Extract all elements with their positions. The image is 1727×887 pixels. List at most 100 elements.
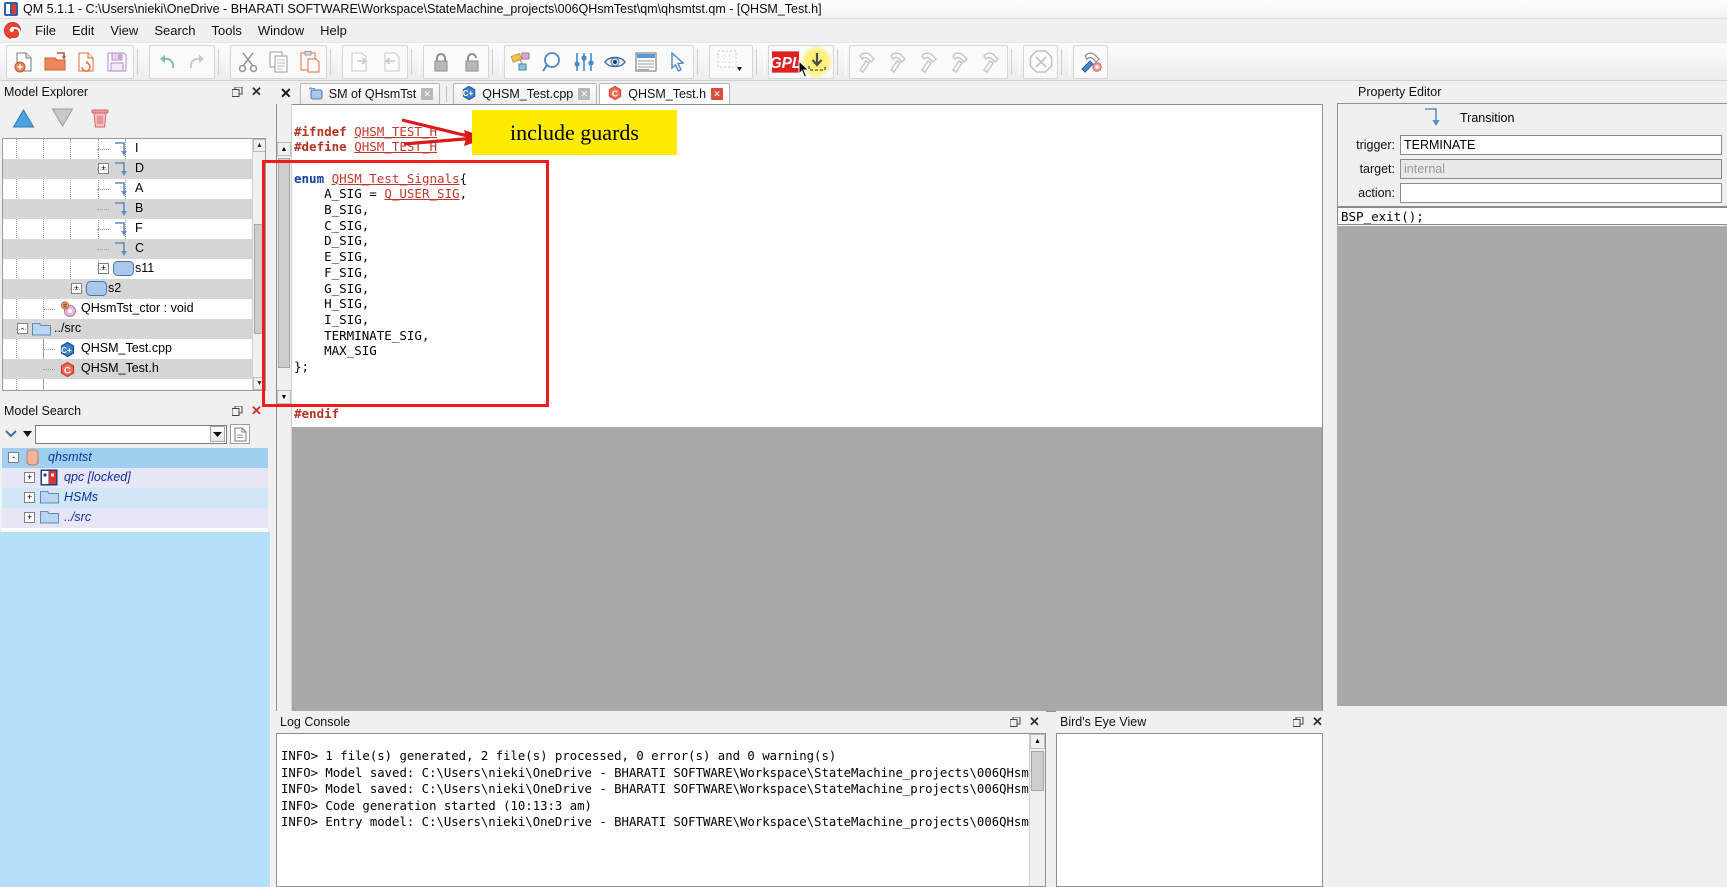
search-expander[interactable]: + — [24, 472, 35, 483]
trigger-field[interactable]: TERMINATE — [1400, 134, 1722, 155]
diagram-tool-button[interactable] — [506, 46, 537, 78]
delete-button[interactable] — [88, 106, 112, 133]
search-dropdown-arrow-icon[interactable] — [210, 426, 225, 442]
close-icon-explorer[interactable]: ✕ — [249, 84, 264, 100]
menu-view[interactable]: View — [102, 21, 146, 40]
close-icon-log[interactable]: ✕ — [1027, 714, 1042, 730]
property-editor-code-field[interactable]: BSP_exit(); — [1337, 207, 1727, 225]
menu-window[interactable]: Window — [250, 21, 312, 40]
search-input-combo[interactable] — [35, 424, 227, 444]
tree-item-label: B — [135, 201, 144, 215]
log-console-output[interactable]: INFO> 1 file(s) generated, 2 file(s) pro… — [276, 733, 1046, 887]
model-explorer-tree[interactable]: I + D A B F C + s11 + s2 QHsmTst_ctor : void - ../src… — [2, 138, 266, 391]
build-button-4[interactable] — [944, 46, 975, 78]
move-down-button[interactable] — [49, 107, 76, 132]
lock-button[interactable] — [425, 46, 456, 78]
tree-item-s11[interactable]: + s11 — [3, 259, 265, 279]
search-item-src[interactable]: + ../src — [2, 508, 268, 528]
search-scope-dropdown-button[interactable] — [23, 430, 32, 438]
tree-item-src[interactable]: - ../src — [3, 319, 265, 339]
new-file-button[interactable] — [8, 46, 39, 78]
tree-item-a[interactable]: A — [3, 179, 265, 199]
tree-item-label: ../src — [54, 321, 82, 335]
paste-button[interactable] — [294, 46, 325, 78]
import-button[interactable] — [375, 46, 406, 78]
search-expander[interactable]: + — [24, 512, 35, 523]
build-settings-button[interactable] — [1075, 46, 1106, 78]
search-expander[interactable]: - — [8, 452, 19, 463]
close-icon-bev[interactable]: ✕ — [1310, 714, 1325, 730]
tree-item-i[interactable]: I — [3, 139, 265, 159]
cut-button[interactable] — [232, 46, 263, 78]
tab-close-icon[interactable]: ✕ — [421, 88, 434, 100]
settings-sliders-button[interactable] — [568, 46, 599, 78]
unlock-button[interactable] — [456, 46, 487, 78]
float-panel-icon-explorer[interactable] — [230, 85, 245, 100]
editor-scroll-up-arrow[interactable]: ▲ — [277, 142, 291, 156]
log-scroll-thumb[interactable] — [1031, 751, 1044, 791]
tree-item-qhsmtst-ctor-void[interactable]: QHsmTst_ctor : void — [3, 299, 265, 319]
birds-eye-view-canvas[interactable] — [1056, 733, 1323, 887]
build-button-3[interactable] — [913, 46, 944, 78]
close-all-tabs-button[interactable]: ✕ — [280, 85, 292, 102]
mouse-cursor — [798, 60, 810, 78]
operation-icon — [59, 301, 78, 321]
menu-help[interactable]: Help — [312, 21, 355, 40]
search-item-hsms[interactable]: + HSMs — [2, 488, 268, 508]
tree-item-d[interactable]: + D — [3, 159, 265, 179]
select-pointer-button[interactable] — [661, 46, 692, 78]
copy-button[interactable] — [263, 46, 294, 78]
reload-file-button[interactable] — [70, 46, 101, 78]
action-field[interactable] — [1400, 182, 1722, 203]
target-field[interactable]: internal — [1400, 158, 1722, 179]
redo-button[interactable] — [182, 46, 213, 78]
toolbar-group-clipboard — [230, 44, 327, 79]
save-file-button[interactable] — [101, 46, 132, 78]
generate-gpl-button[interactable]: GPL — [770, 46, 801, 78]
tree-item-f[interactable]: F — [3, 219, 265, 239]
search-expander[interactable]: + — [24, 492, 35, 503]
tree-item-s2[interactable]: + s2 — [3, 279, 265, 299]
tab-qhsm-test-cpp[interactable]: C+ QHSM_Test.cpp ✕ — [453, 83, 598, 104]
tab-close-icon[interactable]: ✕ — [578, 88, 591, 100]
build-button-5[interactable] — [975, 46, 1006, 78]
transition-icon — [1422, 106, 1444, 131]
float-panel-icon-log[interactable] — [1008, 715, 1023, 730]
menu-search[interactable]: Search — [146, 21, 203, 40]
tab-sm-of-qhsmtst[interactable]: SM of QHsmTst ✕ — [299, 83, 441, 104]
search-item-qhsmtst[interactable]: - qhsmtst — [2, 448, 268, 468]
build-button-2[interactable] — [882, 46, 913, 78]
build-button-1[interactable] — [851, 46, 882, 78]
list-view-button[interactable] — [630, 46, 661, 78]
log-scroll-up-arrow[interactable]: ▲ — [1030, 734, 1045, 749]
menu-file[interactable]: File — [27, 21, 64, 40]
tab-close-icon[interactable]: ✕ — [711, 88, 724, 100]
tab-qhsm-test-h[interactable]: C QHSM_Test.h ✕ — [599, 83, 731, 104]
show-hide-button[interactable] — [599, 46, 630, 78]
model-search-tree[interactable]: - qhsmtst + qpc [locked] + HSMs + ../src — [2, 448, 268, 532]
search-input[interactable] — [36, 425, 210, 443]
move-up-button[interactable] — [10, 107, 37, 132]
scroll-up-arrow[interactable]: ▲ — [253, 139, 265, 152]
float-panel-icon-search[interactable] — [230, 404, 245, 419]
open-file-button[interactable] — [39, 46, 70, 78]
menu-tools[interactable]: Tools — [204, 21, 250, 40]
tree-item-qhsm-test-h[interactable]: C QHSM_Test.h — [3, 359, 265, 379]
search-options-button[interactable] — [230, 424, 250, 444]
toolbar-group-io — [342, 44, 408, 79]
search-item-qpc-locked[interactable]: + qpc [locked] — [2, 468, 268, 488]
export-button[interactable] — [344, 46, 375, 78]
zoom-button[interactable] — [537, 46, 568, 78]
tree-item-c[interactable]: C — [3, 239, 265, 259]
grid-button[interactable] — [711, 46, 751, 78]
tree-item-label: QHsmTst_ctor : void — [81, 301, 194, 315]
undo-button[interactable] — [151, 46, 182, 78]
tree-item-qhsm-test-cpp[interactable]: C+ QHSM_Test.cpp — [3, 339, 265, 359]
float-panel-icon-bev[interactable] — [1291, 715, 1306, 730]
stop-build-button[interactable] — [1025, 46, 1056, 78]
tree-item-b[interactable]: B — [3, 199, 265, 219]
tree-guide-line — [43, 349, 55, 350]
search-scope-chevron-icon[interactable] — [3, 426, 20, 442]
menu-edit[interactable]: Edit — [64, 21, 102, 40]
log-console-vscrollbar[interactable]: ▲ — [1029, 734, 1045, 886]
